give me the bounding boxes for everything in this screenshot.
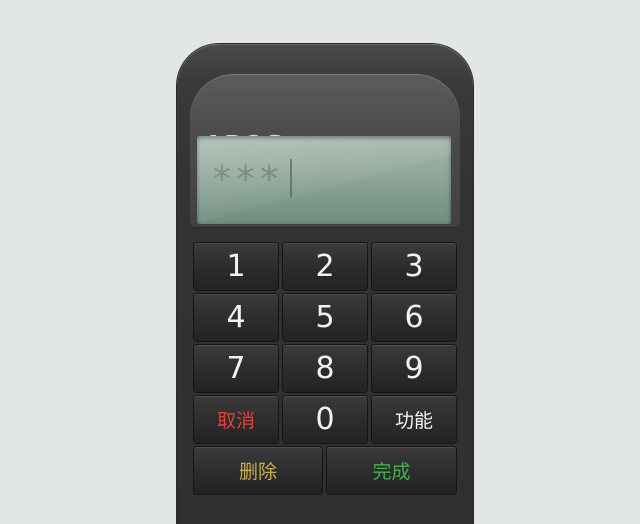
keypad: 1 2 3 4 5 6 7 8 9 取消 0 功能 删除 完成 (191, 240, 459, 510)
key-0[interactable]: 0 (283, 396, 367, 443)
key-8[interactable]: 8 (283, 345, 367, 392)
confirm-button[interactable]: 完成 (327, 447, 456, 494)
function-button[interactable]: 功能 (372, 396, 456, 443)
cancel-button[interactable]: 取消 (194, 396, 278, 443)
key-2[interactable]: 2 (283, 243, 367, 290)
key-6[interactable]: 6 (372, 294, 456, 341)
key-7[interactable]: 7 (194, 345, 278, 392)
pin-display: *** (211, 159, 283, 200)
key-1[interactable]: 1 (194, 243, 278, 290)
key-5[interactable]: 5 (283, 294, 367, 341)
key-4[interactable]: 4 (194, 294, 278, 341)
key-3[interactable]: 3 (372, 243, 456, 290)
key-9[interactable]: 9 (372, 345, 456, 392)
lcd-screen: *** (197, 136, 451, 224)
text-cursor (290, 159, 292, 197)
delete-button[interactable]: 删除 (194, 447, 322, 494)
pin-pad-device: APOS2 *** 1 2 3 4 5 6 7 8 9 取消 0 功能 删除 完… (177, 44, 473, 524)
